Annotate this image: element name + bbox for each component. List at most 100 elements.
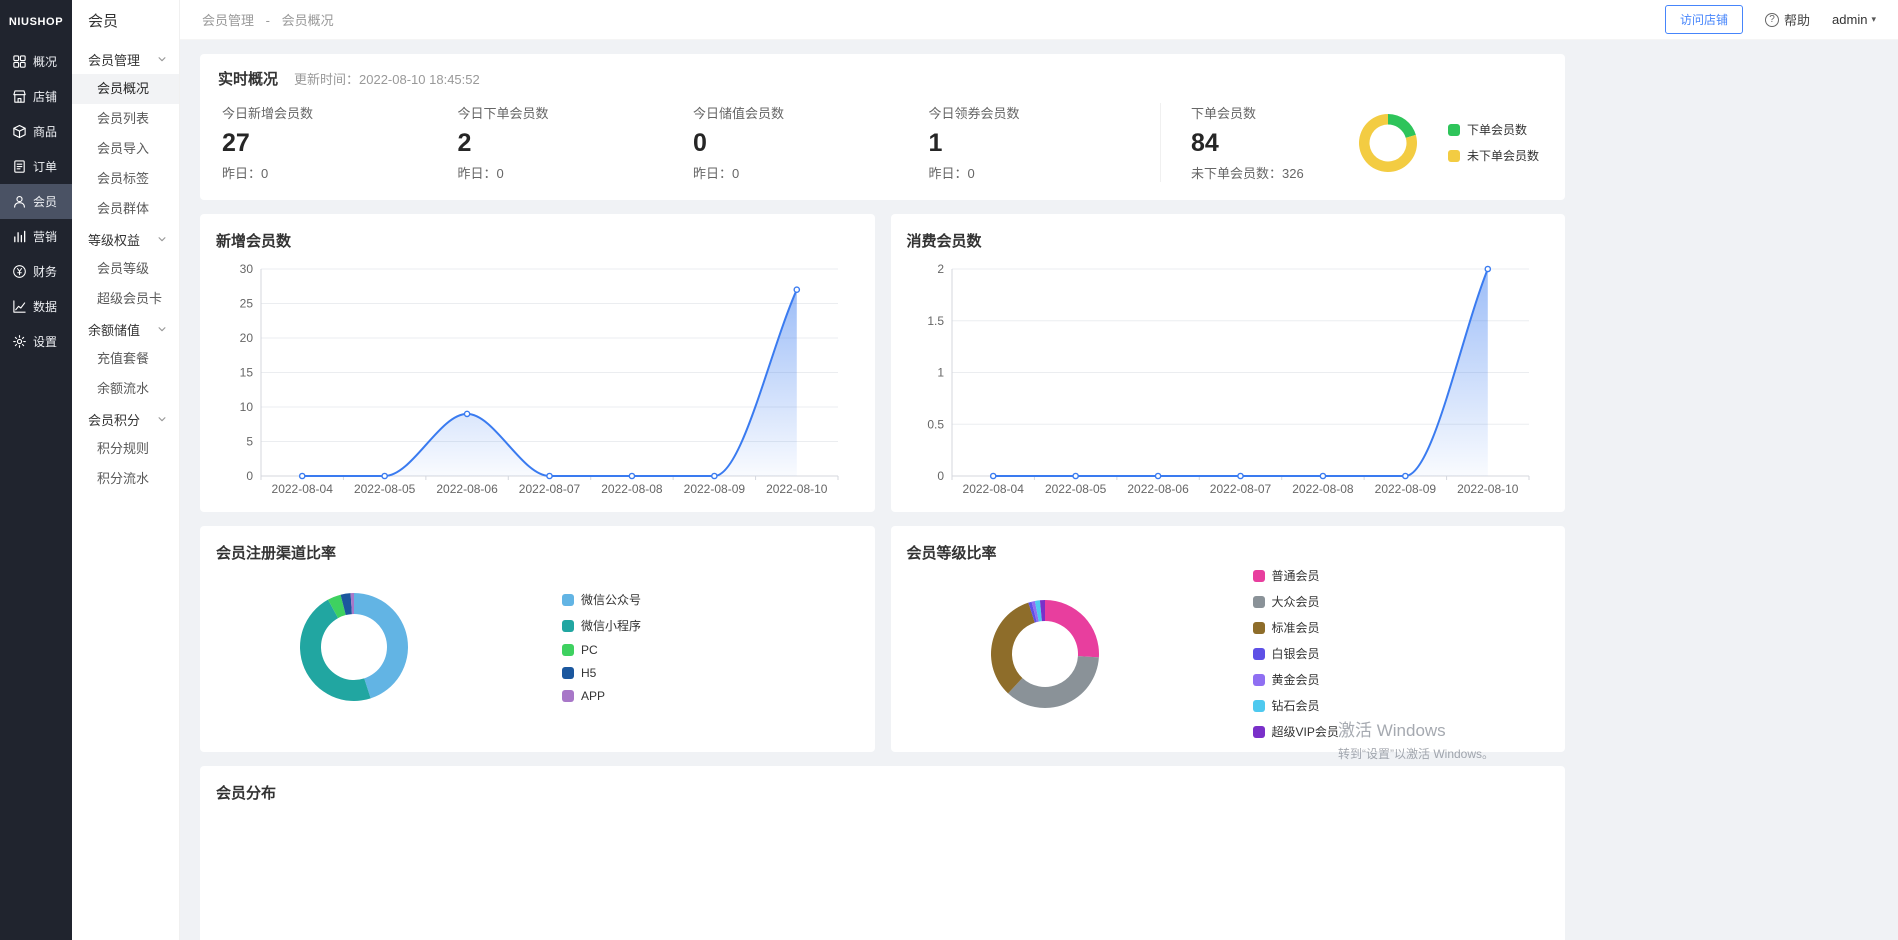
consume-members-chart-title: 消费会员数 bbox=[907, 230, 1550, 251]
sidebar-item-members[interactable]: 会员 bbox=[0, 184, 72, 219]
stat-sub: 昨日：0 bbox=[222, 163, 454, 182]
nav-item[interactable]: 会员等级 bbox=[72, 254, 179, 284]
legend-swatch bbox=[562, 667, 574, 679]
secondary-nav: 会员管理会员概况会员列表会员导入会员标签会员群体等级权益会员等级超级会员卡余额储… bbox=[72, 44, 179, 494]
legend-item[interactable]: APP bbox=[562, 689, 641, 703]
legend-item[interactable]: 下单会员数 bbox=[1448, 121, 1539, 138]
nav-item[interactable]: 会员标签 bbox=[72, 164, 179, 194]
legend-item[interactable]: PC bbox=[562, 643, 641, 657]
sidebar-item-orders[interactable]: 订单 bbox=[0, 149, 72, 184]
nav-item[interactable]: 会员列表 bbox=[72, 104, 179, 134]
legend-item[interactable]: 白银会员 bbox=[1253, 645, 1339, 662]
nav-group[interactable]: 余额储值 bbox=[72, 314, 179, 344]
nav-group[interactable]: 会员积分 bbox=[72, 404, 179, 434]
legend-label: 黄金会员 bbox=[1272, 671, 1320, 688]
nav-item[interactable]: 余额流水 bbox=[72, 374, 179, 404]
sidebar-item-goods[interactable]: 商品 bbox=[0, 114, 72, 149]
primary-sidebar: NIUSHOP 概况店铺商品订单会员营销财务数据设置 bbox=[0, 0, 72, 940]
settings-icon bbox=[12, 334, 27, 349]
svg-text:2022-08-07: 2022-08-07 bbox=[519, 482, 581, 496]
order-donut-chart bbox=[1352, 107, 1424, 179]
help-link[interactable]: ? 帮助 bbox=[1765, 10, 1810, 29]
stat-value: 1 bbox=[929, 129, 1161, 158]
nav-item[interactable]: 会员群体 bbox=[72, 194, 179, 224]
svg-text:2: 2 bbox=[937, 262, 944, 276]
pie-segment[interactable] bbox=[1008, 656, 1099, 708]
realtime-stats-row: 今日新增会员数27昨日：0今日下单会员数2昨日：0今日储值会员数0昨日：0今日领… bbox=[218, 103, 1547, 182]
legend-item[interactable]: 黄金会员 bbox=[1253, 671, 1339, 688]
pie-segment[interactable] bbox=[300, 600, 371, 701]
stat-value: 27 bbox=[222, 129, 454, 158]
pie-segment[interactable] bbox=[1045, 600, 1099, 657]
nav-group[interactable]: 会员管理 bbox=[72, 44, 179, 74]
topbar: 会员管理 - 会员概况 访问店铺 ? 帮助 admin ▾ bbox=[180, 0, 1898, 40]
svg-text:2022-08-08: 2022-08-08 bbox=[601, 482, 663, 496]
sidebar-item-shop[interactable]: 店铺 bbox=[0, 79, 72, 114]
nav-item[interactable]: 会员导入 bbox=[72, 134, 179, 164]
nav-item[interactable]: 超级会员卡 bbox=[72, 284, 179, 314]
breadcrumb-current: 会员概况 bbox=[282, 13, 334, 28]
member-level-donut-chart bbox=[965, 574, 1125, 734]
legend-item[interactable]: 微信公众号 bbox=[562, 591, 641, 608]
member-level-body: 普通会员大众会员标准会员白银会员黄金会员钻石会员超级VIP会员 bbox=[907, 567, 1550, 740]
visit-shop-button[interactable]: 访问店铺 bbox=[1665, 5, 1743, 34]
sidebar-item-settings[interactable]: 设置 bbox=[0, 324, 72, 359]
sidebar-item-overview[interactable]: 概况 bbox=[0, 44, 72, 79]
stat-block: 今日储值会员数0昨日：0 bbox=[689, 103, 925, 182]
member-distribution-title: 会员分布 bbox=[216, 782, 1549, 803]
pie-segment[interactable] bbox=[991, 602, 1035, 693]
register-channel-body: 微信公众号微信小程序 PC H5 APP bbox=[216, 567, 859, 727]
legend-item[interactable]: 未下单会员数 bbox=[1448, 147, 1539, 164]
svg-text:0: 0 bbox=[246, 469, 253, 483]
stat-block: 今日下单会员数2昨日：0 bbox=[454, 103, 690, 182]
main-column: 会员管理 - 会员概况 访问店铺 ? 帮助 admin ▾ 实时概况 bbox=[180, 0, 1898, 940]
svg-text:5: 5 bbox=[246, 435, 253, 449]
members-icon bbox=[12, 194, 27, 209]
register-channel-title: 会员注册渠道比率 bbox=[216, 542, 859, 563]
legend-item[interactable]: 普通会员 bbox=[1253, 567, 1339, 584]
stat-sub: 昨日：0 bbox=[929, 163, 1161, 182]
legend-item[interactable]: 钻石会员 bbox=[1253, 697, 1339, 714]
nav-item[interactable]: 积分规则 bbox=[72, 434, 179, 464]
legend-swatch bbox=[1253, 596, 1265, 608]
nav-item[interactable]: 会员概况 bbox=[72, 74, 179, 104]
member-distribution-card: 会员分布 bbox=[200, 766, 1565, 940]
stat-sub: 昨日：0 bbox=[458, 163, 690, 182]
legend-label: 白银会员 bbox=[1272, 645, 1320, 662]
legend-swatch bbox=[1253, 570, 1265, 582]
nav-item[interactable]: 积分流水 bbox=[72, 464, 179, 494]
member-level-legend: 普通会员大众会员标准会员白银会员黄金会员钻石会员超级VIP会员 bbox=[1253, 567, 1339, 740]
legend-item[interactable]: H5 bbox=[562, 666, 641, 680]
sidebar-item-finance[interactable]: 财务 bbox=[0, 254, 72, 289]
legend-swatch bbox=[562, 644, 574, 656]
svg-text:2022-08-10: 2022-08-10 bbox=[1457, 482, 1519, 496]
legend-swatch bbox=[562, 690, 574, 702]
legend-label: 标准会员 bbox=[1272, 619, 1320, 636]
legend-item[interactable]: 标准会员 bbox=[1253, 619, 1339, 636]
stat-sub: 昨日：0 bbox=[693, 163, 925, 182]
legend-swatch bbox=[562, 620, 574, 632]
register-channel-legend: 微信公众号微信小程序 PC H5 APP bbox=[562, 591, 641, 703]
nav-group-label: 等级权益 bbox=[88, 230, 140, 249]
app-root: NIUSHOP 概况店铺商品订单会员营销财务数据设置 会员 会员管理会员概况会员… bbox=[0, 0, 1898, 940]
nav-item[interactable]: 充值套餐 bbox=[72, 344, 179, 374]
legend-item[interactable]: 微信小程序 bbox=[562, 617, 641, 634]
finance-icon bbox=[12, 264, 27, 279]
sidebar-item-data[interactable]: 数据 bbox=[0, 289, 72, 324]
order-donut-block: 下单会员数未下单会员数 bbox=[1352, 107, 1547, 179]
module-title: 会员 bbox=[72, 0, 179, 44]
legend-swatch bbox=[1253, 700, 1265, 712]
svg-text:0: 0 bbox=[937, 469, 944, 483]
breadcrumb-parent[interactable]: 会员管理 bbox=[202, 13, 254, 28]
pie-segment[interactable] bbox=[1388, 114, 1416, 138]
legend-item[interactable]: 大众会员 bbox=[1253, 593, 1339, 610]
sidebar-item-label: 商品 bbox=[33, 123, 57, 140]
nav-group[interactable]: 等级权益 bbox=[72, 224, 179, 254]
legend-item[interactable]: 超级VIP会员 bbox=[1253, 723, 1339, 740]
marketing-icon bbox=[12, 229, 27, 244]
legend-label: 未下单会员数 bbox=[1467, 147, 1539, 164]
svg-text:2022-08-06: 2022-08-06 bbox=[1127, 482, 1189, 496]
user-menu[interactable]: admin ▾ bbox=[1832, 12, 1876, 27]
sidebar-item-marketing[interactable]: 营销 bbox=[0, 219, 72, 254]
new-members-chart-card: 新增会员数 0510152025302022-08-042022-08-0520… bbox=[200, 214, 875, 512]
